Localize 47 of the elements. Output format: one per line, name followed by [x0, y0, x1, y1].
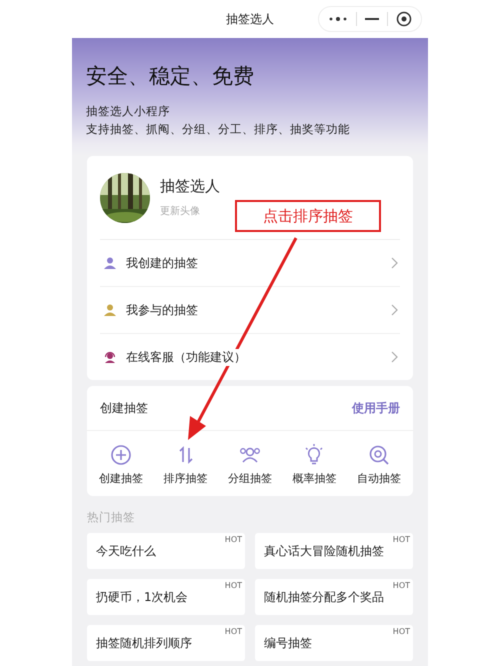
- template-card[interactable]: 随机抽签分配多个奖品 HOT: [255, 579, 413, 615]
- chevron-icon: [391, 351, 398, 363]
- template-card[interactable]: 真心话大冒险随机抽签 HOT: [255, 533, 413, 569]
- template-title: 编号抽签: [264, 634, 312, 652]
- description: 支持抽签、抓阄、分组、分工、排序、抽奖等功能: [86, 121, 351, 138]
- template-title: 扔硬币，1次机会: [96, 588, 188, 606]
- menu-item[interactable]: 我创建的抽签: [100, 240, 400, 287]
- manual-link[interactable]: 使用手册: [352, 400, 400, 416]
- hot-label: HOT: [392, 535, 410, 544]
- tool-button[interactable]: 概率抽签: [292, 443, 336, 486]
- section-title: 热门抽签: [87, 510, 136, 525]
- close-icon[interactable]: [396, 11, 412, 27]
- capsule-menu[interactable]: [318, 6, 422, 32]
- hot-label: HOT: [392, 581, 410, 590]
- chevron-icon: [391, 304, 398, 316]
- chevron-icon: [391, 257, 398, 269]
- tool-button[interactable]: 分组抽签: [228, 443, 272, 486]
- template-title: 抽签随机排列顺序: [96, 634, 192, 652]
- more-icon[interactable]: [328, 15, 348, 23]
- person-icon: [104, 304, 116, 316]
- minimize-icon[interactable]: [365, 17, 379, 21]
- template-title: 今天吃什么: [96, 542, 156, 560]
- profile-name: 抽签选人: [160, 177, 220, 196]
- tool-button[interactable]: 排序抽签: [164, 443, 208, 486]
- menu-item[interactable]: 我参与的抽签: [100, 287, 400, 334]
- hot-label: HOT: [392, 627, 410, 636]
- template-card[interactable]: 抽签随机排列顺序 HOT: [87, 625, 245, 661]
- search-icon: [366, 443, 391, 467]
- hot-label: HOT: [224, 581, 242, 590]
- template-title: 真心话大冒险随机抽签: [264, 542, 384, 560]
- subtitle: 抽签选人小程序: [86, 103, 171, 120]
- app-title: 抽签选人: [226, 10, 274, 28]
- hot-label: HOT: [224, 535, 242, 544]
- template-title: 随机抽签分配多个奖品: [264, 588, 384, 606]
- section-title: 创建抽签: [100, 400, 148, 416]
- headset-icon: [104, 351, 116, 363]
- template-card[interactable]: 扔硬币，1次机会 HOT: [87, 579, 245, 615]
- hot-label: HOT: [224, 627, 242, 636]
- tool-button[interactable]: 创建抽签: [99, 443, 144, 486]
- plus-icon: [109, 443, 134, 467]
- template-card[interactable]: 今天吃什么 HOT: [87, 533, 245, 569]
- headline: 安全、稳定、免费: [86, 63, 255, 90]
- menu-item[interactable]: 在线客服（功能建议）: [100, 334, 400, 380]
- template-card[interactable]: 编号抽签 HOT: [255, 625, 413, 661]
- tool-button[interactable]: 自动抽签: [356, 443, 401, 486]
- person-icon: [104, 257, 116, 269]
- annotation-callout: 点击排序抽签: [235, 200, 381, 232]
